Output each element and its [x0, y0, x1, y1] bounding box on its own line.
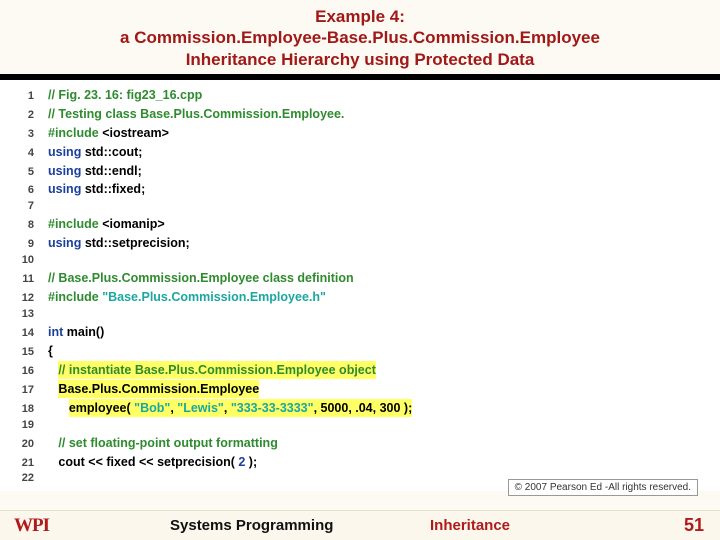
line-number: 19: [10, 418, 48, 434]
title-line-2: a Commission.Employee-Base.Plus.Commissi…: [0, 27, 720, 48]
title-line-3: Inheritance Hierarchy using Protected Da…: [0, 49, 720, 70]
code-line: 11// Base.Plus.Commission.Employee class…: [0, 269, 720, 288]
line-number: 9: [10, 237, 48, 253]
code-line: 18 employee( "Bob", "Lewis", "333-33-333…: [0, 399, 720, 418]
code-text: using std::setprecision;: [48, 234, 190, 252]
line-number: 18: [10, 402, 48, 418]
code-line: 2// Testing class Base.Plus.Commission.E…: [0, 105, 720, 124]
line-number: 5: [10, 165, 48, 181]
code-text: employee( "Bob", "Lewis", "333-33-3333",…: [48, 399, 412, 417]
code-text: #include "Base.Plus.Commission.Employee.…: [48, 288, 326, 306]
code-line: 3#include <iostream>: [0, 124, 720, 143]
code-line: 20 // set floating-point output formatti…: [0, 434, 720, 453]
line-number: 12: [10, 291, 48, 307]
line-number: 22: [10, 471, 48, 487]
code-line: 6using std::fixed;: [0, 180, 720, 199]
code-line: 19: [0, 418, 720, 434]
line-number: 1: [10, 89, 48, 105]
wpi-logo: WPI: [14, 515, 49, 537]
line-number: 13: [10, 307, 48, 323]
line-number: 15: [10, 345, 48, 361]
page-number: 51: [684, 515, 704, 536]
code-line: 14int main(): [0, 323, 720, 342]
code-listing: 1// Fig. 23. 16: fig23_16.cpp2// Testing…: [0, 80, 720, 492]
code-line: 5using std::endl;: [0, 162, 720, 181]
code-text: {: [48, 342, 53, 360]
code-line: 21 cout << fixed << setprecision( 2 );: [0, 453, 720, 472]
code-line: 4using std::cout;: [0, 143, 720, 162]
line-number: 20: [10, 437, 48, 453]
code-line: 13: [0, 307, 720, 323]
line-number: 11: [10, 272, 48, 288]
code-line: 1// Fig. 23. 16: fig23_16.cpp: [0, 86, 720, 105]
slide-title: Example 4: a Commission.Employee-Base.Pl…: [0, 0, 720, 74]
code-text: #include <iostream>: [48, 124, 169, 142]
code-text: using std::cout;: [48, 143, 142, 161]
line-number: 3: [10, 127, 48, 143]
code-text: // instantiate Base.Plus.Commission.Empl…: [48, 361, 376, 379]
code-line: 12#include "Base.Plus.Commission.Employe…: [0, 288, 720, 307]
line-number: 7: [10, 199, 48, 215]
line-number: 4: [10, 146, 48, 162]
code-text: using std::fixed;: [48, 180, 145, 198]
line-number: 6: [10, 183, 48, 199]
code-line: 8#include <iomanip>: [0, 215, 720, 234]
title-line-1: Example 4:: [0, 6, 720, 27]
code-text: int main(): [48, 323, 104, 341]
footer-topic: Inheritance: [430, 517, 510, 534]
line-number: 2: [10, 108, 48, 124]
line-number: 8: [10, 218, 48, 234]
code-line: 16 // instantiate Base.Plus.Commission.E…: [0, 361, 720, 380]
code-line: 17 Base.Plus.Commission.Employee: [0, 380, 720, 399]
code-text: // set floating-point output formatting: [48, 434, 278, 452]
code-text: // Fig. 23. 16: fig23_16.cpp: [48, 86, 202, 104]
code-line: 15{: [0, 342, 720, 361]
code-text: cout << fixed << setprecision( 2 );: [48, 453, 257, 471]
code-text: #include <iomanip>: [48, 215, 165, 233]
code-text: Base.Plus.Commission.Employee: [48, 380, 259, 398]
code-line: 9using std::setprecision;: [0, 234, 720, 253]
code-line: 10: [0, 253, 720, 269]
line-number: 14: [10, 326, 48, 342]
code-text: // Base.Plus.Commission.Employee class d…: [48, 269, 354, 287]
code-line: 7: [0, 199, 720, 215]
line-number: 10: [10, 253, 48, 269]
footer-course: Systems Programming: [170, 517, 333, 534]
copyright-notice: © 2007 Pearson Ed -All rights reserved.: [508, 479, 698, 496]
code-text: // Testing class Base.Plus.Commission.Em…: [48, 105, 344, 123]
line-number: 17: [10, 383, 48, 399]
line-number: 21: [10, 456, 48, 472]
code-text: using std::endl;: [48, 162, 142, 180]
line-number: 16: [10, 364, 48, 380]
slide-footer: WPI Systems Programming Inheritance 51: [0, 510, 720, 540]
